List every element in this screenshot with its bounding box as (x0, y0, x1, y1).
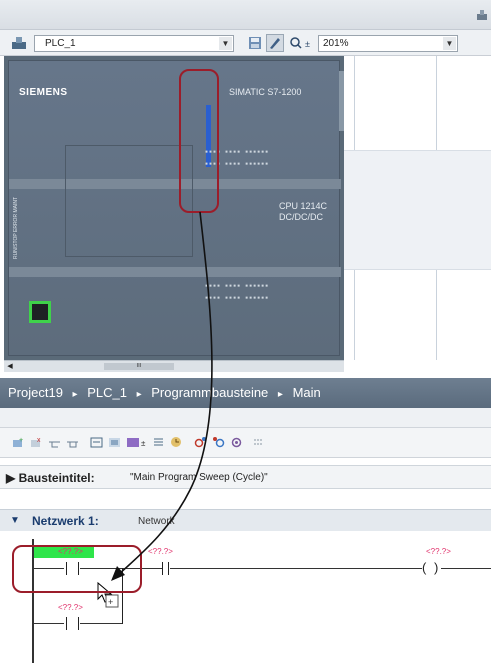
device-view-icon[interactable] (10, 34, 28, 52)
comments-icon[interactable]: ± (126, 436, 148, 449)
front-cover (65, 145, 193, 257)
cpu-model: CPU 1214C (279, 201, 328, 211)
list-icon[interactable] (152, 436, 165, 449)
branch-wire (34, 623, 64, 624)
goto-back-icon[interactable] (212, 436, 225, 449)
svg-text:+: + (19, 437, 23, 444)
scroll-left-icon[interactable]: ◀ (4, 361, 16, 372)
breadcrumb-separator: ▸ (136, 389, 142, 400)
goto-icon[interactable] (194, 436, 207, 449)
insert-network-icon[interactable]: + (12, 436, 25, 449)
operand-icon[interactable] (108, 436, 121, 449)
insert-branch-icon[interactable] (48, 436, 61, 449)
breadcrumb-item[interactable]: Programmbausteine (151, 385, 268, 400)
network-comment[interactable]: Network (138, 516, 175, 527)
abs-icon[interactable] (90, 436, 103, 449)
operand-placeholder[interactable]: <??.?> (58, 603, 83, 612)
scroll-thumb[interactable]: III (104, 363, 174, 370)
block-title-label[interactable]: ▶ Bausteintitel: (6, 471, 95, 485)
close-branch-icon[interactable] (66, 436, 79, 449)
network-header: ▼ Netzwerk 1: Network (0, 509, 491, 531)
coil-right: ) (434, 560, 439, 575)
editor-strip (0, 408, 491, 428)
breadcrumb-separator: ▸ (277, 389, 283, 400)
plc-body: SIEMENS SIMATIC S7-1200 ▪▪▪▪ ▪▪▪▪ ▪▪▪▪▪▪… (8, 60, 344, 356)
branch-wire (80, 623, 122, 624)
collapse-icon[interactable]: ▼ (10, 515, 20, 526)
watch-icon[interactable] (170, 436, 183, 449)
svg-text:x: x (37, 437, 41, 444)
contact (168, 562, 169, 575)
profinet-port-icon[interactable] (29, 301, 51, 323)
portal-view-icon[interactable] (475, 8, 489, 22)
rung-wire (170, 568, 422, 569)
ladder-diagram[interactable]: <??.?> <??.?> <??.?> <??.?> ( ) + (0, 531, 491, 663)
edit-mode-icon[interactable] (266, 34, 284, 52)
svg-text:±: ± (305, 39, 310, 49)
block-editor-toolbar: + x ± (0, 428, 491, 458)
breadcrumb-item[interactable]: Main (293, 385, 321, 400)
save-icon[interactable] (246, 34, 264, 52)
no-contact[interactable] (66, 617, 67, 630)
plc-model-label: SIMATIC S7-1200 (229, 87, 302, 97)
io-terminal-row: ▪▪▪▪ ▪▪▪▪ ▪▪▪▪▪▪ (205, 283, 270, 289)
operand-placeholder[interactable]: <??.?> (148, 547, 173, 556)
drop-target-outline (12, 545, 142, 593)
coil-operand-placeholder[interactable]: <??.?> (426, 547, 451, 556)
top-strip (0, 0, 491, 30)
horizontal-scrollbar[interactable]: ◀ III (4, 360, 344, 372)
io-terminal-row: ▪▪▪▪ ▪▪▪▪ ▪▪▪▪▪▪ (205, 295, 270, 301)
svg-text:±: ± (141, 439, 146, 448)
zoom-select[interactable]: 201% ▼ (318, 35, 458, 52)
breadcrumb: Project19 ▸ PLC_1 ▸ Programmbausteine ▸ … (0, 378, 491, 408)
chevron-down-icon: ▼ (443, 37, 456, 50)
zoom-value: 201% (323, 38, 349, 49)
module-edge (339, 71, 344, 131)
block-title-text: Bausteintitel: (18, 471, 95, 485)
device-view: SIEMENS SIMATIC S7-1200 ▪▪▪▪ ▪▪▪▪ ▪▪▪▪▪▪… (0, 56, 491, 372)
no-contact (78, 617, 79, 630)
breadcrumb-item[interactable]: Project19 (8, 385, 63, 400)
breadcrumb-separator: ▸ (72, 389, 78, 400)
rung-wire (441, 568, 491, 569)
more-icon[interactable] (252, 436, 265, 449)
device-select[interactable]: PLC_1 ▼ (34, 35, 234, 52)
plc-module[interactable]: SIEMENS SIMATIC S7-1200 ▪▪▪▪ ▪▪▪▪ ▪▪▪▪▪▪… (4, 56, 344, 360)
chevron-down-icon: ▼ (219, 37, 232, 50)
io-terminal-row: ▪▪▪▪ ▪▪▪▪ ▪▪▪▪▪▪ (205, 149, 270, 155)
favorites-icon[interactable] (230, 436, 243, 449)
svg-text:+: + (108, 597, 113, 607)
block-title-row: ▶ Bausteintitel: "Main Program Sweep (Cy… (0, 465, 491, 489)
cpu-power: DC/DC/DC (279, 212, 323, 222)
delete-network-icon[interactable]: x (30, 436, 43, 449)
io-slot-highlight[interactable] (206, 105, 211, 167)
breadcrumb-item[interactable]: PLC_1 (87, 385, 127, 400)
terminal-strip (9, 267, 341, 277)
zoom-icon[interactable]: ± (288, 34, 314, 52)
device-select-value: PLC_1 (45, 38, 76, 49)
coil-left[interactable]: ( (422, 560, 426, 575)
io-terminal-row: ▪▪▪▪ ▪▪▪▪ ▪▪▪▪▪▪ (205, 161, 270, 167)
device-view-toolbar: PLC_1 ▼ ± 201% ▼ (0, 30, 491, 56)
network-title: Netzwerk 1: (32, 514, 99, 528)
rack-slot-band (344, 150, 491, 270)
cpu-type-label: CPU 1214C DC/DC/DC (279, 201, 339, 223)
status-led-labels: RUN/STOP ERROR MAINT (13, 197, 19, 260)
block-title-value[interactable]: "Main Program Sweep (Cycle)" (130, 472, 268, 483)
contact[interactable] (162, 562, 163, 575)
siemens-logo: SIEMENS (19, 87, 68, 98)
